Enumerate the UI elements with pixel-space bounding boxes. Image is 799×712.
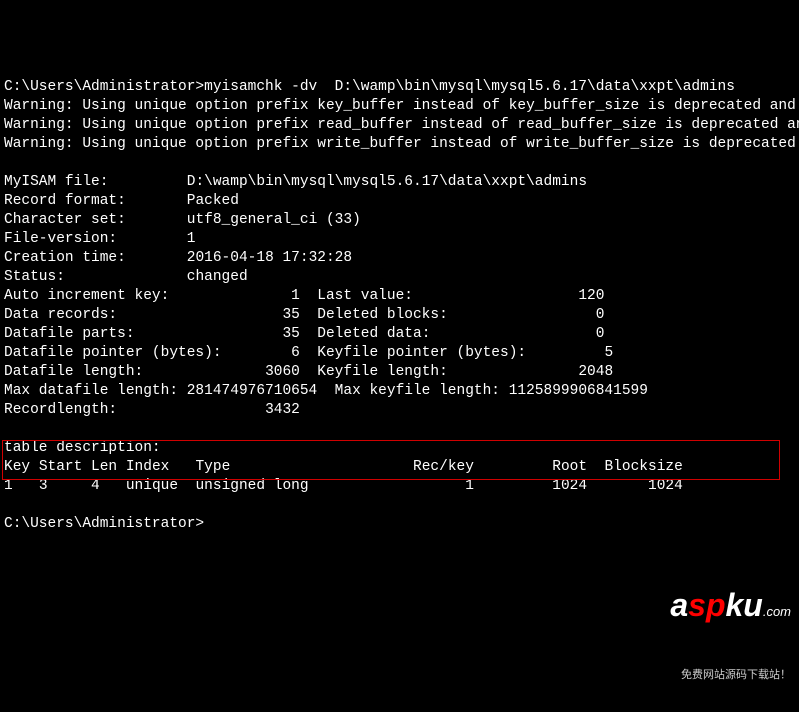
record-format-row: Record format: Packed: [4, 193, 239, 209]
datafile-pointer-value: 6: [291, 345, 300, 361]
td-type: unsigned long: [195, 478, 308, 494]
td-reckey: 1: [465, 478, 474, 494]
keyfile-length-label: Keyfile length:: [317, 364, 448, 380]
prompt: C:\Users\Administrator>: [4, 79, 204, 95]
prompt-line-1: C:\Users\Administrator>myisamchk -dv D:\…: [4, 79, 735, 95]
terminal-output: C:\Users\Administrator>myisamchk -dv D:\…: [4, 78, 795, 534]
max-datafile-row: Max datafile length: 281474976710654 Max…: [4, 383, 648, 399]
myisam-file-row: MyISAM file: D:\wamp\bin\mysql\mysql5.6.…: [4, 174, 587, 190]
watermark-subtitle: 免费网站源码下载站！: [670, 666, 791, 685]
watermark-logo: aspku.com: [670, 589, 791, 628]
auto-inc-value: 1: [291, 288, 300, 304]
charset-row: Character set: utf8_general_ci (33): [4, 212, 361, 228]
td-len: 4: [91, 478, 100, 494]
warning-1: Warning: Using unique option prefix key_…: [4, 98, 799, 114]
command-text: myisamchk -dv D:\wamp\bin\mysql\mysql5.6…: [204, 79, 735, 95]
logo-sp: sp: [688, 587, 725, 623]
prompt: C:\Users\Administrator>: [4, 516, 204, 532]
td-key: 1: [4, 478, 13, 494]
auto-inc-label: Auto increment key:: [4, 288, 169, 304]
deleted-blocks-label: Deleted blocks:: [317, 307, 448, 323]
td-blocksize: 1024: [648, 478, 683, 494]
myisam-file-value: D:\wamp\bin\mysql\mysql5.6.17\data\xxpt\…: [187, 174, 587, 190]
deleted-blocks-value: 0: [596, 307, 605, 323]
td-index: unique: [126, 478, 178, 494]
table-row: 1 3 4 unique unsigned long 1 1024 1024: [4, 478, 683, 494]
datafile-length-label: Datafile length:: [4, 364, 143, 380]
logo-ku: ku: [725, 587, 762, 623]
recordlength-row: Recordlength: 3432: [4, 402, 300, 418]
max-datafile-value: 281474976710654: [187, 383, 318, 399]
creation-time-value: 2016-04-18 17:32:28: [187, 250, 352, 266]
table-header-row: Key Start Len Index Type Rec/key Root Bl…: [4, 459, 683, 475]
charset-label: Character set:: [4, 212, 126, 228]
datafile-parts-row: Datafile parts: 35 Deleted data: 0: [4, 326, 604, 342]
td-start: 3: [39, 478, 48, 494]
th-len: Len: [91, 459, 117, 475]
creation-time-label: Creation time:: [4, 250, 126, 266]
last-value-value: 120: [578, 288, 604, 304]
th-blocksize: Blocksize: [604, 459, 682, 475]
warning-3: Warning: Using unique option prefix writ…: [4, 136, 799, 152]
data-records-value: 35: [282, 307, 299, 323]
datafile-length-value: 3060: [265, 364, 300, 380]
keyfile-pointer-value: 5: [604, 345, 613, 361]
file-version-row: File-version: 1: [4, 231, 195, 247]
datafile-parts-value: 35: [282, 326, 299, 342]
table-desc-heading: table description:: [4, 440, 161, 456]
keyfile-length-value: 2048: [578, 364, 613, 380]
recordlength-value: 3432: [265, 402, 300, 418]
data-records-row: Data records: 35 Deleted blocks: 0: [4, 307, 604, 323]
max-keyfile-value: 1125899906841599: [509, 383, 648, 399]
deleted-data-label: Deleted data:: [317, 326, 430, 342]
logo-a: a: [670, 587, 688, 623]
file-version-label: File-version:: [4, 231, 117, 247]
th-index: Index: [126, 459, 170, 475]
logo-com: .com: [763, 604, 791, 619]
th-key: Key: [4, 459, 30, 475]
recordlength-label: Recordlength:: [4, 402, 117, 418]
datafile-pointer-label: Datafile pointer (bytes):: [4, 345, 222, 361]
watermark: aspku.com 免费网站源码下载站！: [670, 551, 791, 704]
myisam-file-label: MyISAM file:: [4, 174, 108, 190]
datafile-parts-label: Datafile parts:: [4, 326, 135, 342]
record-format-label: Record format:: [4, 193, 126, 209]
charset-value: utf8_general_ci (33): [187, 212, 361, 228]
max-keyfile-label: Max keyfile length:: [335, 383, 500, 399]
record-format-value: Packed: [187, 193, 239, 209]
warning-2: Warning: Using unique option prefix read…: [4, 117, 799, 133]
keyfile-pointer-label: Keyfile pointer (bytes):: [317, 345, 526, 361]
status-label: Status:: [4, 269, 65, 285]
last-value-label: Last value:: [317, 288, 413, 304]
th-reckey: Rec/key: [413, 459, 474, 475]
datafile-pointer-row: Datafile pointer (bytes): 6 Keyfile poin…: [4, 345, 613, 361]
th-start: Start: [39, 459, 83, 475]
prompt-line-2[interactable]: C:\Users\Administrator>: [4, 516, 204, 532]
file-version-value: 1: [187, 231, 196, 247]
status-value: changed: [187, 269, 248, 285]
td-root: 1024: [552, 478, 587, 494]
auto-inc-row: Auto increment key: 1 Last value: 120: [4, 288, 604, 304]
th-type: Type: [195, 459, 230, 475]
deleted-data-value: 0: [596, 326, 605, 342]
max-datafile-label: Max datafile length:: [4, 383, 178, 399]
creation-time-row: Creation time: 2016-04-18 17:32:28: [4, 250, 352, 266]
datafile-length-row: Datafile length: 3060 Keyfile length: 20…: [4, 364, 613, 380]
th-root: Root: [552, 459, 587, 475]
data-records-label: Data records:: [4, 307, 117, 323]
status-row: Status: changed: [4, 269, 248, 285]
